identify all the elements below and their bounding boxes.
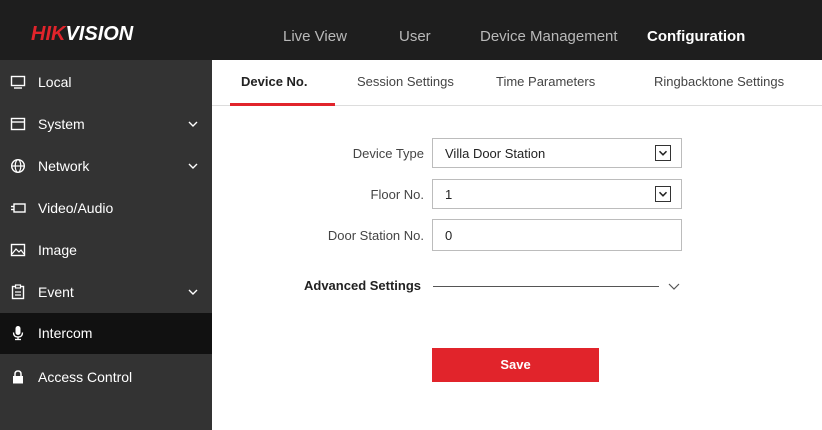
sidebar-item-label: Event (38, 284, 74, 300)
sidebar-item-video-audio[interactable]: Video/Audio (0, 188, 212, 229)
sidebar: Local System Network Video/Audio Image E… (0, 60, 212, 430)
chevron-down-icon (188, 289, 198, 295)
logo-hik: HIK (31, 23, 66, 45)
sidebar-item-label: Intercom (38, 325, 93, 341)
floor-no-label: Floor No. (370, 187, 424, 202)
microphone-icon (12, 326, 24, 341)
sidebar-item-label: Video/Audio (38, 200, 114, 216)
floor-no-select[interactable]: 1 (432, 179, 682, 209)
advanced-settings-label[interactable]: Advanced Settings (304, 278, 421, 293)
system-icon (10, 117, 26, 131)
logo-vision: VISION (65, 23, 134, 45)
image-icon (10, 243, 26, 257)
nav-configuration[interactable]: Configuration (647, 28, 745, 45)
sidebar-item-label: System (38, 116, 85, 132)
sidebar-item-event[interactable]: Event (0, 272, 212, 313)
tab-device-no[interactable]: Device No. (241, 74, 307, 89)
device-type-label: Device Type (352, 146, 424, 161)
sidebar-item-access-control[interactable]: Access Control (0, 357, 212, 398)
nav-user[interactable]: User (399, 28, 431, 45)
sidebar-item-local[interactable]: Local (0, 62, 212, 103)
chevron-down-icon[interactable] (668, 281, 680, 291)
device-type-value: Villa Door Station (445, 146, 546, 161)
chevron-down-icon (188, 121, 198, 127)
sidebar-item-intercom[interactable]: Intercom (0, 313, 212, 354)
clipboard-icon (11, 284, 25, 300)
chevron-down-icon (188, 163, 198, 169)
active-tab-indicator (230, 103, 335, 106)
tab-session-settings[interactable]: Session Settings (357, 74, 454, 89)
tab-bar: Device No. Session Settings Time Paramet… (212, 60, 822, 106)
tab-ringbacktone-settings[interactable]: Ringbacktone Settings (654, 74, 784, 89)
floor-no-value: 1 (445, 187, 453, 202)
door-station-no-label: Door Station No. (327, 228, 424, 243)
sidebar-item-label: Access Control (38, 369, 133, 385)
lock-icon (13, 370, 23, 384)
save-button[interactable]: Save (432, 348, 599, 382)
sidebar-item-label: Image (38, 242, 77, 258)
top-bar: HIKVISION Live View User Device Manageme… (0, 0, 822, 60)
device-type-select[interactable]: Villa Door Station (432, 138, 682, 168)
dropdown-arrow-icon[interactable] (655, 186, 671, 202)
monitor-icon (10, 75, 26, 89)
advanced-settings-divider (433, 286, 659, 287)
logo: HIKVISION (31, 23, 133, 46)
sidebar-item-label: Network (38, 158, 90, 174)
nav-device-management[interactable]: Device Management (480, 28, 618, 45)
sidebar-item-system[interactable]: System (0, 104, 212, 145)
door-station-no-input[interactable]: 0 (432, 219, 682, 251)
sidebar-item-image[interactable]: Image (0, 230, 212, 271)
nav-live-view[interactable]: Live View (283, 28, 347, 45)
tab-time-parameters[interactable]: Time Parameters (496, 74, 595, 89)
sidebar-item-network[interactable]: Network (0, 146, 212, 187)
globe-icon (10, 158, 26, 174)
camera-icon (11, 203, 26, 213)
door-station-no-value: 0 (445, 228, 453, 243)
dropdown-arrow-icon[interactable] (655, 145, 671, 161)
sidebar-item-label: Local (38, 74, 72, 90)
